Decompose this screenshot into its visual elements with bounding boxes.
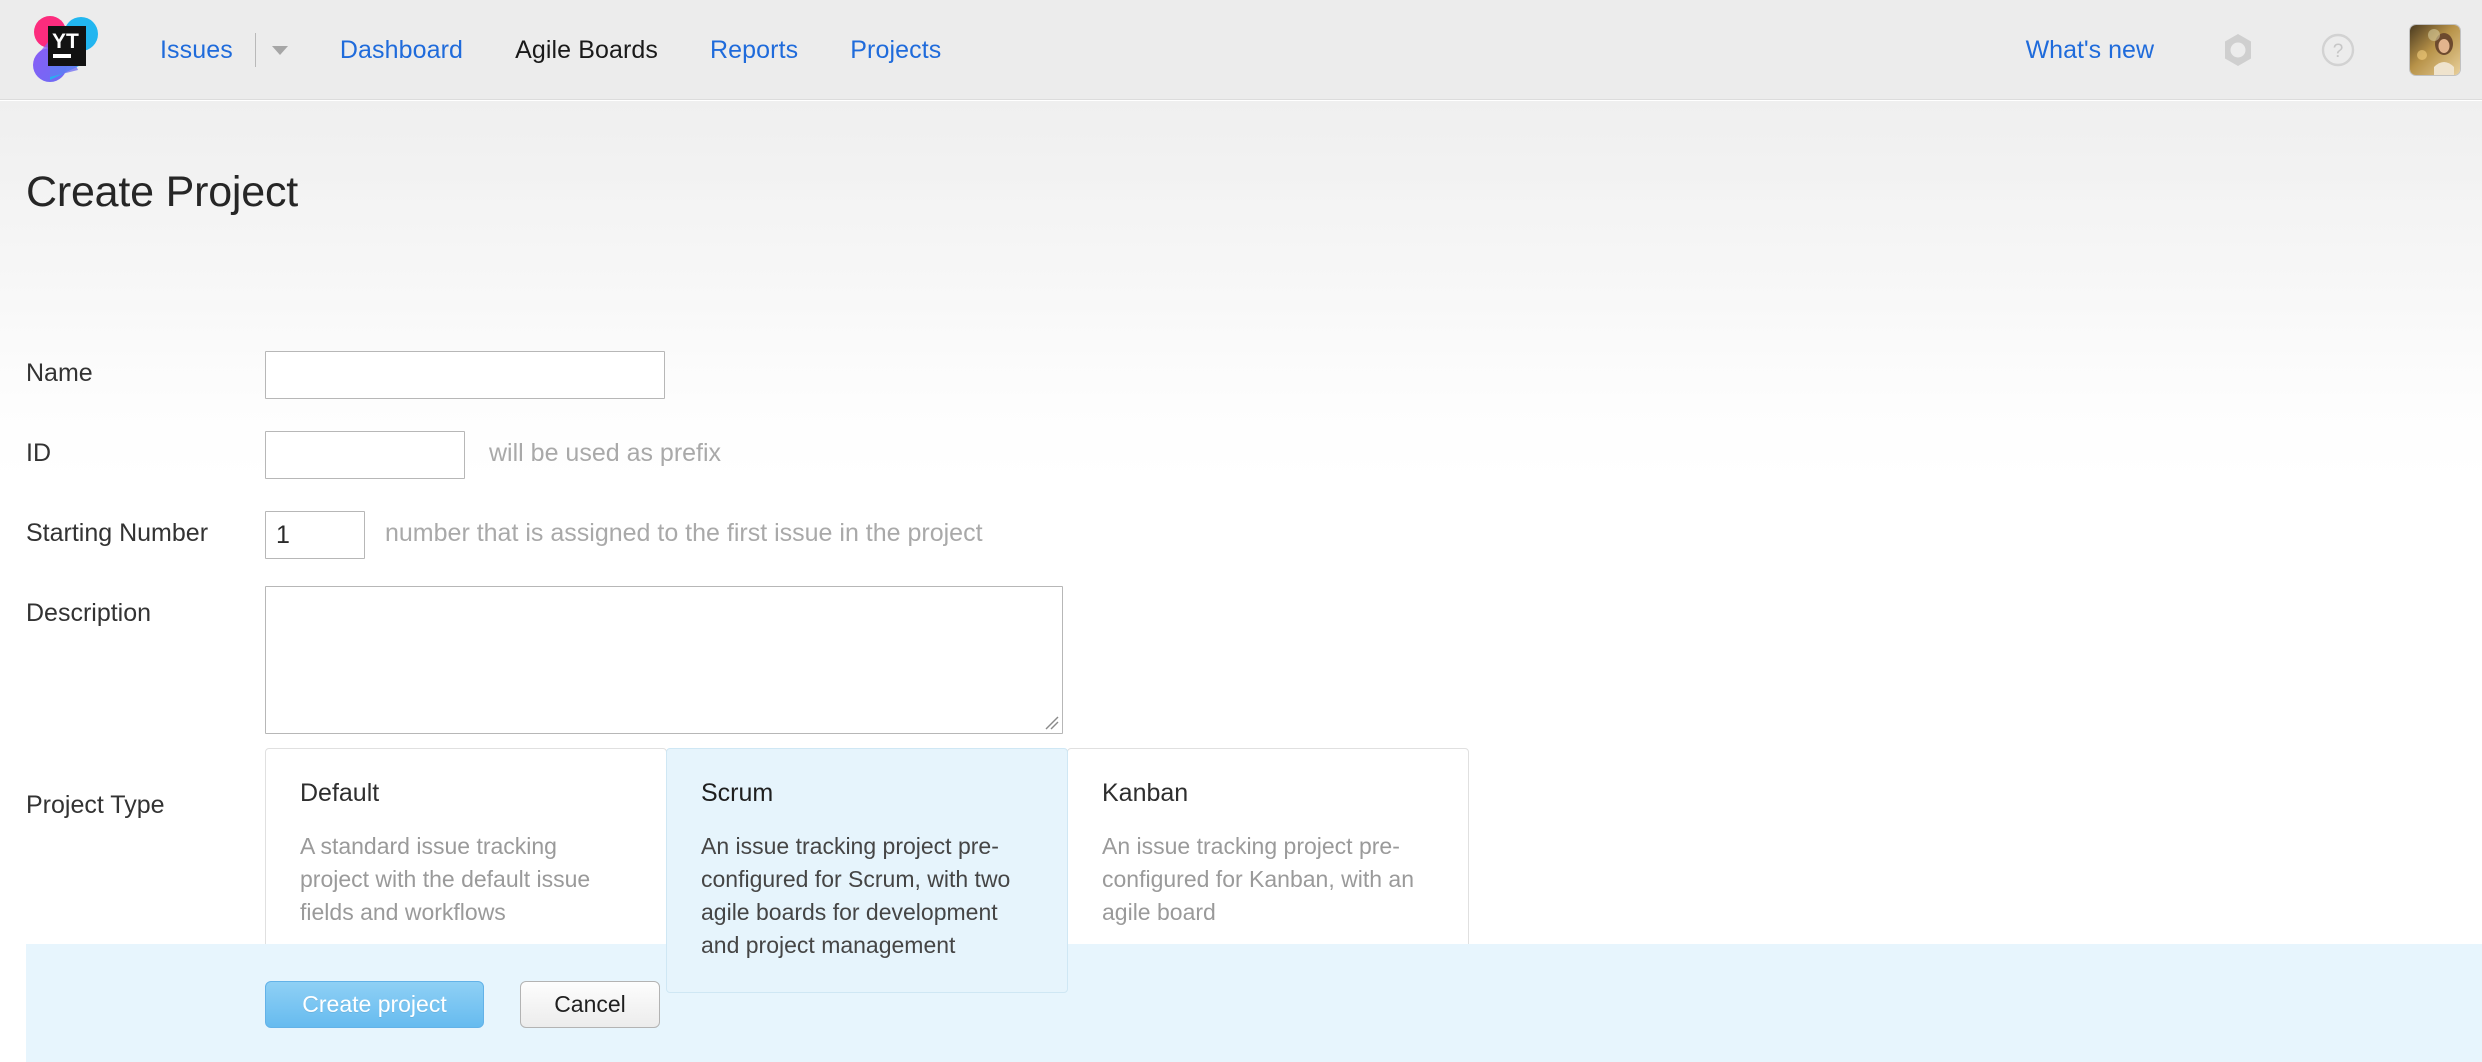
nav-item-issues[interactable]: Issues	[160, 36, 233, 65]
description-wrapper	[265, 586, 1063, 734]
id-hint: will be used as prefix	[489, 439, 722, 467]
cancel-button[interactable]: Cancel	[520, 981, 660, 1028]
project-type-title: Scrum	[701, 779, 774, 807]
form-action-bar: Create project Cancel	[26, 944, 2482, 1062]
page-content: Create Project Name ID will be used as p…	[0, 101, 2482, 1062]
top-navigation-bar: YT Issues Dashboard Agile Boards Reports…	[0, 0, 2482, 100]
avatar-photo	[2410, 25, 2460, 75]
starting-number-label: Starting Number	[26, 519, 209, 547]
avatar[interactable]	[2410, 25, 2460, 75]
nav-item-dashboard[interactable]: Dashboard	[340, 36, 463, 65]
nav-item-reports[interactable]: Reports	[710, 36, 798, 65]
project-type-description: An issue tracking project pre-configured…	[1102, 833, 1414, 925]
whats-new-link[interactable]: What's new	[2026, 36, 2154, 65]
nav-item-agile-boards[interactable]: Agile Boards	[515, 36, 658, 65]
description-label: Description	[26, 599, 152, 627]
header-actions: What's new ?	[2026, 0, 2460, 100]
svg-text:?: ?	[2333, 41, 2344, 62]
project-type-title: Default	[300, 779, 380, 807]
help-circle-icon[interactable]: ?	[2316, 28, 2360, 72]
page-title: Create Project	[26, 167, 299, 216]
nav-item-projects[interactable]: Projects	[850, 36, 941, 65]
youtrack-logo-icon: YT	[33, 16, 98, 82]
description-textarea[interactable]	[265, 586, 1063, 734]
nav-separator	[254, 33, 256, 67]
starting-number-input[interactable]	[265, 511, 365, 559]
project-type-label: Project Type	[26, 791, 165, 819]
svg-text:YT: YT	[52, 30, 79, 53]
create-project-button[interactable]: Create project	[265, 981, 484, 1028]
help-circle-icon-glyph: ?	[2321, 33, 2355, 67]
project-type-description: A standard issue tracking project with t…	[300, 833, 591, 925]
main-nav: Issues Dashboard Agile Boards Reports Pr…	[160, 0, 941, 100]
chevron-down-icon[interactable]	[271, 45, 288, 55]
project-type-description: An issue tracking project pre-configured…	[701, 833, 1011, 958]
id-input[interactable]	[265, 431, 465, 479]
project-type-card-scrum[interactable]: Scrum An issue tracking project pre-conf…	[666, 748, 1068, 993]
gear-icon[interactable]	[2216, 28, 2260, 72]
starting-number-hint: number that is assigned to the first iss…	[385, 519, 983, 547]
name-input[interactable]	[265, 351, 665, 399]
id-label: ID	[26, 439, 51, 467]
gear-icon-glyph	[2225, 34, 2251, 66]
youtrack-logo[interactable]: YT	[26, 10, 104, 88]
project-type-title: Kanban	[1102, 779, 1189, 807]
name-label: Name	[26, 359, 93, 387]
